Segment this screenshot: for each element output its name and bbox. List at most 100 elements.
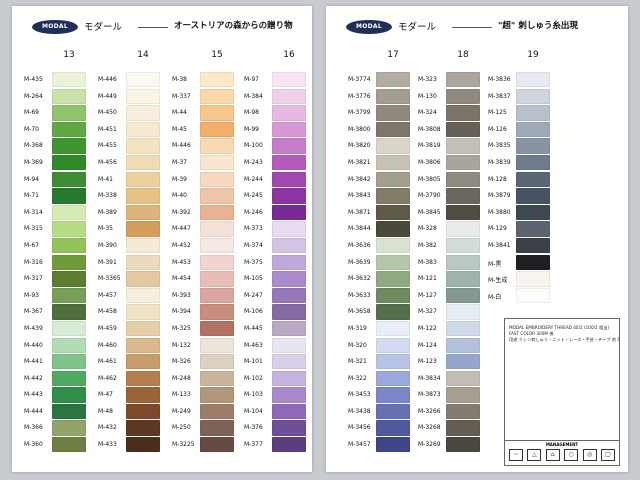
thread-swatch — [52, 154, 86, 171]
shade-code: M-44 — [172, 109, 187, 117]
thread-swatch — [446, 138, 480, 154]
thread-swatch — [376, 254, 410, 270]
shade-code: M-325 — [172, 324, 191, 332]
thread-swatch — [376, 337, 410, 353]
thread-swatch — [376, 138, 410, 154]
shade-code: M-3821 — [348, 158, 371, 166]
shade-code: M-3834 — [418, 374, 441, 382]
shade-code: M-459 — [98, 324, 117, 332]
shade-code: M-247 — [244, 291, 263, 299]
card-header: MODAL モダール "超" 刺しゅう糸出現 — [346, 18, 620, 42]
column-number: 18 — [457, 50, 469, 60]
shade-code: M-3837 — [488, 92, 511, 100]
shade-code: M-445 — [244, 324, 263, 332]
shade-code: M-45 — [172, 125, 187, 133]
thread-swatch — [376, 287, 410, 304]
thread-swatch — [126, 287, 160, 304]
thread-swatch — [52, 254, 86, 270]
thread-swatch — [376, 105, 410, 121]
shade-code: M-黒 — [488, 260, 502, 268]
info-line: 用途 ミシン刺しゅう・ニット・レース・手芸・テープ 他 等 — [509, 337, 619, 342]
thread-swatch — [376, 204, 410, 221]
thread-swatch — [376, 437, 410, 453]
shade-code: M-245 — [244, 192, 263, 200]
shade-code: M-450 — [98, 109, 117, 117]
shade-code: M-394 — [172, 308, 191, 316]
shade-code: M-133 — [172, 391, 191, 399]
shade-code: M-3632 — [348, 275, 371, 283]
thread-swatch — [446, 154, 480, 171]
thread-swatch — [446, 287, 480, 304]
brand-name: モダール — [84, 22, 123, 33]
thread-swatch — [52, 437, 86, 453]
thread-swatch — [52, 304, 86, 320]
thread-swatch — [272, 138, 306, 154]
shade-code: M-383 — [418, 258, 437, 266]
thread-swatch — [272, 287, 306, 304]
wash-icon: ~ — [509, 449, 523, 461]
column-number: 17 — [387, 50, 399, 60]
shade-card-left: MODAL モダール オーストリアの森からの贈り物 13 M-435 M-264 M-… — [12, 6, 312, 472]
thread-swatch — [272, 88, 306, 104]
thread-swatch — [126, 271, 160, 287]
shade-code: M-126 — [488, 125, 507, 133]
thread-swatch — [200, 387, 234, 403]
thread-swatch — [446, 88, 480, 104]
thread-swatch — [376, 88, 410, 104]
shade-code: M-453 — [172, 258, 191, 266]
thread-swatch — [446, 304, 480, 320]
thread-swatch — [272, 105, 306, 121]
thread-swatch — [446, 403, 480, 420]
thread-swatch — [272, 387, 306, 403]
thread-swatch — [272, 171, 306, 187]
thread-swatch — [200, 304, 234, 320]
thread-swatch — [126, 370, 160, 387]
thread-swatch — [126, 88, 160, 104]
shade-code: M-3456 — [348, 424, 371, 432]
shade-code: M-3457 — [348, 441, 371, 449]
shade-code: M-3365 — [98, 275, 121, 283]
shade-code: M-3820 — [348, 142, 371, 150]
shade-code: M-451 — [98, 125, 117, 133]
thread-swatch — [272, 320, 306, 337]
shade-code: M-41 — [98, 175, 113, 183]
shade-code: M-71 — [24, 192, 39, 200]
thread-swatch — [200, 204, 234, 221]
shade-code: M-376 — [244, 424, 263, 432]
thread-swatch — [52, 271, 86, 287]
shade-code: M-3269 — [418, 441, 441, 449]
shade-code: M-104 — [244, 407, 263, 415]
thread-swatch — [516, 72, 550, 88]
thread-swatch — [200, 237, 234, 254]
shade-code: M-3843 — [348, 192, 371, 200]
shade-code: M-244 — [244, 175, 263, 183]
shade-code: M-458 — [98, 308, 117, 316]
thread-swatch — [272, 204, 306, 221]
thread-swatch — [376, 154, 410, 171]
shade-code: M-322 — [348, 374, 367, 382]
shade-code: M-449 — [98, 92, 117, 100]
shade-code: M-384 — [244, 92, 263, 100]
shade-code: M-319 — [348, 324, 367, 332]
tumble-icon: ◎ — [582, 449, 597, 461]
shade-code: M-337 — [172, 92, 191, 100]
thread-swatch — [272, 237, 306, 254]
header-tagline: "超" 刺しゅう糸出現 — [498, 21, 578, 31]
shade-code: M-439 — [24, 324, 43, 332]
thread-swatch — [126, 121, 160, 138]
shade-code: M-377 — [244, 441, 263, 449]
shade-code: M-315 — [24, 225, 43, 233]
thread-swatch — [376, 370, 410, 387]
shade-code: M-320 — [348, 341, 367, 349]
thread-swatch — [200, 154, 234, 171]
shade-code: M-105 — [244, 275, 263, 283]
shade-code: M-323 — [418, 76, 437, 83]
thread-swatch — [200, 420, 234, 436]
thread-swatch — [52, 188, 86, 204]
shade-code: M-3805 — [418, 175, 441, 183]
thread-swatch — [52, 337, 86, 353]
column-number: 16 — [283, 50, 295, 60]
thread-swatch — [126, 105, 160, 121]
shade-code: M-3776 — [348, 92, 371, 100]
shade-code: M-452 — [172, 241, 191, 249]
